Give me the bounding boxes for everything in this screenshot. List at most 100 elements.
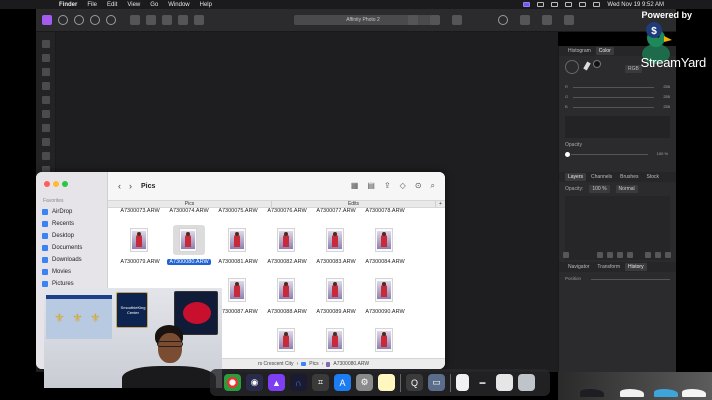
- fill-tool-icon[interactable]: [41, 138, 50, 146]
- curves-icon[interactable]: [178, 15, 188, 25]
- assistant-icon[interactable]: [498, 15, 508, 25]
- wifi-icon[interactable]: [565, 2, 573, 7]
- crop-tool-icon[interactable]: [41, 68, 50, 76]
- group-icon[interactable]: [645, 252, 651, 258]
- slider-g[interactable]: G 255: [565, 92, 670, 102]
- sidebar-item-airdrop[interactable]: AirDrop: [42, 206, 72, 218]
- refine-icon[interactable]: [564, 15, 574, 25]
- davinci-resolve-app-icon[interactable]: ◉: [246, 374, 263, 391]
- blend-mode-select[interactable]: Normal: [615, 185, 638, 193]
- sidebar-item-movies[interactable]: Movies: [42, 266, 71, 278]
- slider-g-value[interactable]: 255: [663, 94, 670, 99]
- history-position-track[interactable]: [591, 279, 670, 280]
- menu-window[interactable]: Window: [168, 2, 189, 8]
- slider-r[interactable]: R 255: [565, 82, 670, 92]
- view-tool-icon[interactable]: [41, 54, 50, 62]
- tab-navigator[interactable]: Navigator: [565, 263, 592, 271]
- opacity-handle-icon[interactable]: [565, 152, 570, 157]
- menu-help[interactable]: Help: [200, 2, 212, 8]
- app-store-icon[interactable]: A: [334, 374, 351, 391]
- tag-icon[interactable]: ◇: [400, 181, 406, 191]
- path-segment[interactable]: rs Crescent City: [258, 361, 294, 367]
- affinity-photo-app-icon[interactable]: ▲: [268, 374, 285, 391]
- swatch-area[interactable]: [565, 116, 670, 138]
- sidebar-item-desktop[interactable]: Desktop: [42, 230, 74, 242]
- menu-view[interactable]: View: [127, 2, 140, 8]
- nordvpn-app-icon[interactable]: ∩: [290, 374, 307, 391]
- preview-app-icon[interactable]: ▭: [428, 374, 445, 391]
- quick-mask-icon[interactable]: [520, 15, 530, 25]
- develop-persona-icon[interactable]: [74, 15, 84, 25]
- new-tab-plus-icon[interactable]: +: [435, 201, 445, 207]
- auto-icon[interactable]: [194, 15, 204, 25]
- slider-r-value[interactable]: 255: [663, 84, 670, 89]
- sidebar-item-documents[interactable]: Documents: [42, 242, 82, 254]
- paint-brush-icon[interactable]: [41, 110, 50, 118]
- path-segment[interactable]: Pics: [309, 361, 318, 367]
- move-tool-icon[interactable]: [41, 40, 50, 48]
- sidebar-item-downloads[interactable]: Downloads: [42, 254, 82, 266]
- color-wheel-icon[interactable]: [565, 60, 579, 74]
- streamyard-status-icon[interactable]: [523, 2, 531, 7]
- trash-icon[interactable]: [518, 374, 535, 391]
- erase-brush-icon[interactable]: [41, 124, 50, 132]
- opacity-value[interactable]: 100 %: [657, 151, 668, 156]
- tab-stock[interactable]: Stock: [644, 173, 663, 181]
- minimized-window-icon[interactable]: ▬: [474, 374, 491, 391]
- tab-color[interactable]: Color: [595, 47, 614, 55]
- menu-finder[interactable]: Finder: [59, 2, 77, 8]
- adjustments-icon[interactable]: [146, 15, 156, 25]
- liquify-persona-icon[interactable]: [58, 15, 68, 25]
- tab-history[interactable]: History: [625, 263, 647, 271]
- control-center-icon[interactable]: [593, 2, 601, 7]
- slider-r-track[interactable]: [573, 87, 654, 88]
- fx-icon[interactable]: [617, 252, 623, 258]
- battery-icon[interactable]: [551, 2, 559, 7]
- slider-g-track[interactable]: [573, 97, 654, 98]
- path-segment[interactable]: A7300080.ARW: [333, 361, 369, 367]
- more-actions-icon[interactable]: ⊙: [415, 181, 422, 191]
- menu-edit[interactable]: Edit: [107, 2, 117, 8]
- tab-histogram[interactable]: Histogram: [565, 47, 594, 55]
- eyedropper-icon[interactable]: [583, 61, 591, 71]
- dodge-tool-icon[interactable]: [41, 152, 50, 160]
- tone-map-persona-icon[interactable]: [90, 15, 100, 25]
- flood-select-icon[interactable]: [41, 96, 50, 104]
- slider-b-track[interactable]: [573, 107, 654, 108]
- notes-app-icon[interactable]: [378, 374, 395, 391]
- tab-edits[interactable]: Edits: [271, 201, 435, 207]
- order-icon[interactable]: [430, 15, 440, 25]
- slider-b-value[interactable]: 255: [663, 104, 670, 109]
- selection-mode-icon[interactable]: [542, 15, 552, 25]
- chrome-app-icon[interactable]: [224, 374, 241, 391]
- search-icon[interactable]: ⌕: [431, 181, 435, 191]
- live-filter-icon[interactable]: [627, 252, 633, 258]
- snapping-icon[interactable]: [408, 15, 418, 25]
- add-layer-icon[interactable]: [655, 252, 661, 258]
- tab-layers[interactable]: Layers: [565, 173, 587, 181]
- slider-b[interactable]: B 255: [565, 102, 670, 112]
- recent-document-icon[interactable]: [456, 374, 469, 391]
- menubar-clock[interactable]: Wed Nov 19 9:52 AM: [607, 2, 664, 8]
- zoom-window-icon[interactable]: [62, 181, 68, 187]
- adjustment-layer-icon[interactable]: [607, 252, 613, 258]
- sidebar-item-recents[interactable]: Recents: [42, 218, 74, 230]
- minimize-window-icon[interactable]: [53, 181, 59, 187]
- menu-go[interactable]: Go: [150, 2, 158, 8]
- share-icon[interactable]: ⇪: [384, 181, 391, 191]
- search-status-icon[interactable]: [579, 2, 587, 7]
- quicktime-app-icon[interactable]: Q: [406, 374, 423, 391]
- close-window-icon[interactable]: [44, 181, 50, 187]
- history-position-row[interactable]: Position: [565, 276, 670, 284]
- grid-toggle-icon[interactable]: [130, 15, 140, 25]
- layer-opacity-field[interactable]: 100 %: [589, 185, 610, 193]
- opacity-track[interactable]: [571, 154, 648, 155]
- group-by-icon[interactable]: ▤: [367, 181, 375, 191]
- menu-file[interactable]: File: [87, 2, 97, 8]
- tab-brushes[interactable]: Brushes: [617, 173, 641, 181]
- opacity-slider[interactable]: 100 %: [565, 150, 670, 160]
- align-icon[interactable]: [452, 15, 462, 25]
- fill-swatch[interactable]: [593, 60, 601, 68]
- export-persona-icon[interactable]: [106, 15, 116, 25]
- selection-brush-icon[interactable]: [41, 82, 50, 90]
